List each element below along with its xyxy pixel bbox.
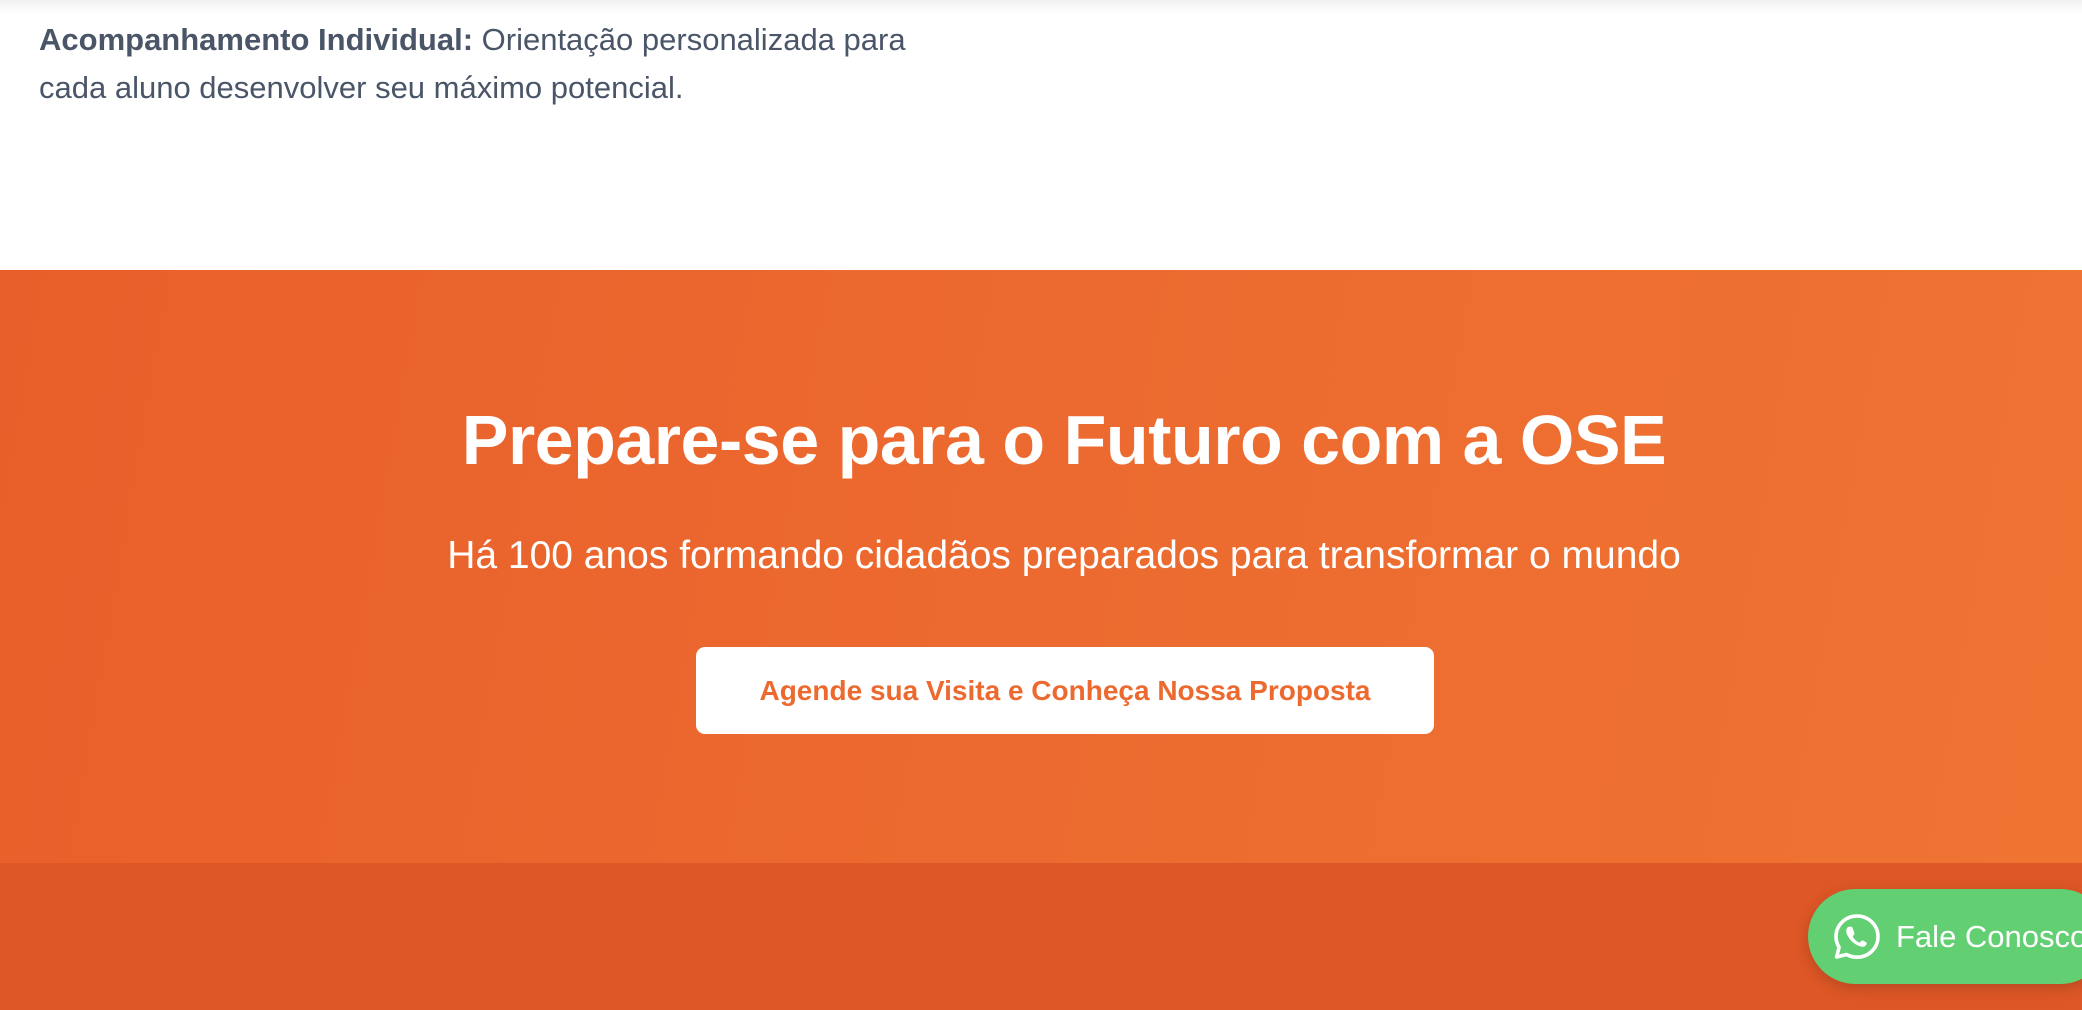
cta-title: Prepare-se para o Futuro com a OSE (461, 401, 1667, 479)
feature-section: Acompanhamento Individual: Orientação pe… (0, 0, 2082, 270)
whatsapp-icon (1834, 913, 1880, 959)
feature-item: Acompanhamento Individual: Orientação pe… (39, 16, 979, 112)
whatsapp-contact-button[interactable]: Fale Conosco (1808, 889, 2082, 984)
schedule-visit-button[interactable]: Agende sua Visita e Conheça Nossa Propos… (696, 647, 1434, 734)
cta-subtitle: Há 100 anos formando cidadãos preparados… (447, 534, 1681, 577)
footer (0, 863, 2082, 1010)
header-shadow (0, 0, 2082, 14)
whatsapp-label: Fale Conosco (1896, 918, 2082, 954)
feature-title: Acompanhamento Individual: (39, 22, 474, 57)
